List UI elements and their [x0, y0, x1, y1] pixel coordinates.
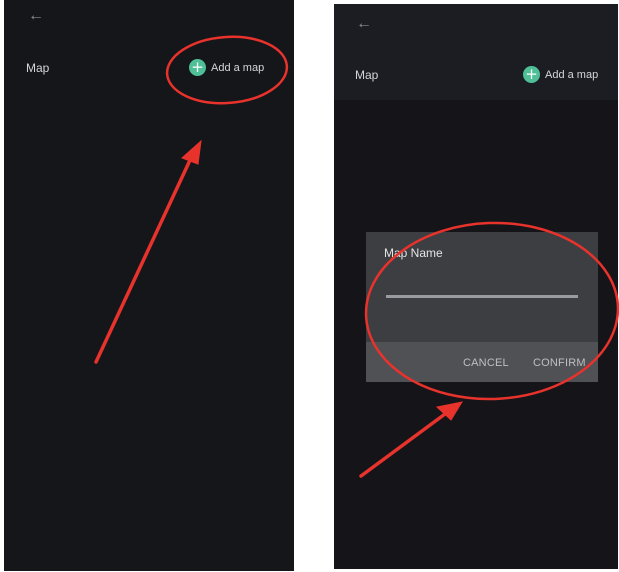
- header-bar: ← Map + Add a map: [334, 4, 618, 100]
- back-arrow-icon[interactable]: ←: [28, 8, 44, 24]
- add-map-label: Add a map: [545, 68, 599, 81]
- add-map-button[interactable]: + Add a map: [189, 59, 264, 76]
- left-screen: ← Map + Add a map: [4, 0, 294, 571]
- cancel-button[interactable]: CANCEL: [463, 357, 509, 369]
- plus-icon: +: [523, 66, 540, 83]
- map-name-input[interactable]: [386, 295, 578, 298]
- back-arrow-icon[interactable]: ←: [356, 16, 372, 32]
- page-title: Map: [26, 61, 50, 75]
- page-title: Map: [355, 68, 379, 82]
- add-map-button[interactable]: + Add a map: [523, 66, 598, 83]
- plus-icon: +: [189, 59, 206, 76]
- map-name-dialog: Map Name CANCEL CONFIRM: [366, 232, 598, 382]
- confirm-button[interactable]: CONFIRM: [533, 357, 586, 369]
- add-map-label: Add a map: [211, 61, 265, 74]
- dialog-title: Map Name: [384, 246, 443, 260]
- dialog-button-bar: CANCEL CONFIRM: [366, 342, 598, 382]
- right-screen: ← Map + Add a map Map Name CANCEL CONFIR…: [334, 4, 618, 569]
